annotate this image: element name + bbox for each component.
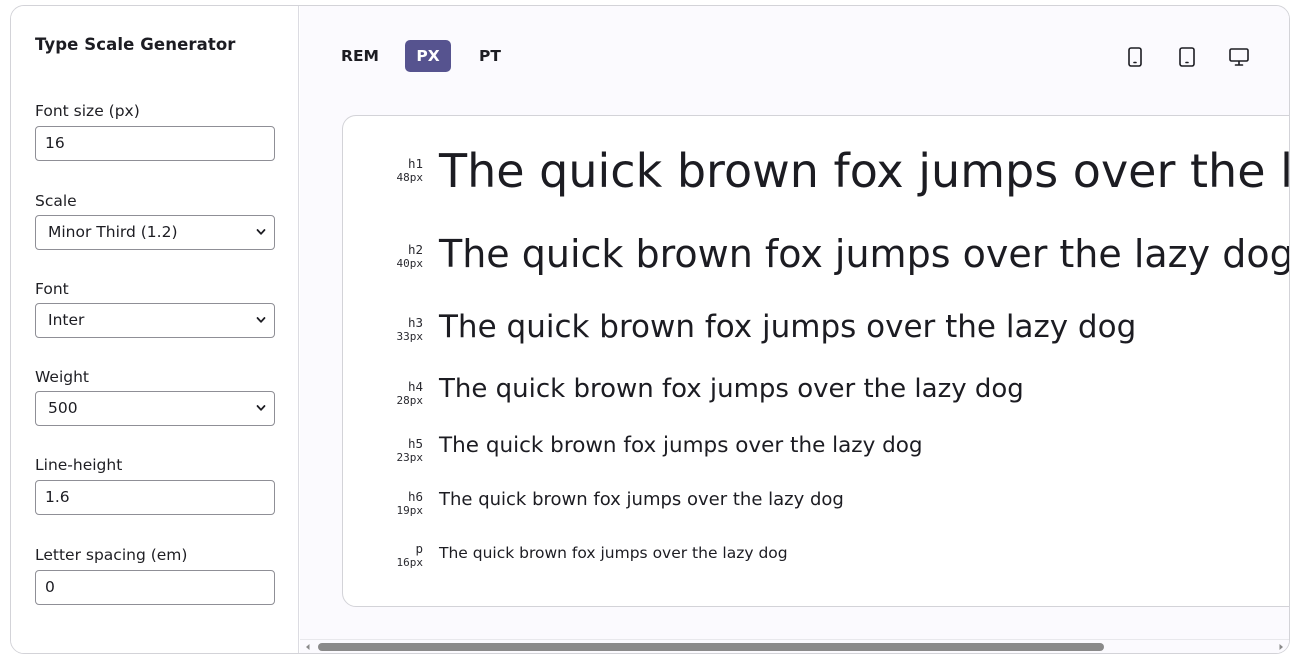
scale-tag-size: 33px <box>396 330 424 343</box>
scale-tag: p 16px <box>397 541 424 570</box>
horizontal-scrollbar[interactable] <box>300 639 1289 653</box>
scale-tag-name: h2 <box>407 242 423 257</box>
settings-sidebar: Type Scale Generator Font size (px) 16 S… <box>11 6 299 653</box>
sample-text: The quick brown fox jumps over the lazy … <box>439 232 1290 276</box>
type-scale-preview: h1 48px The quick brown fox jumps over t… <box>342 115 1290 607</box>
scale-select-value: Minor Third (1.2) <box>48 223 178 241</box>
font-label: Font <box>35 280 69 298</box>
app-title: Type Scale Generator <box>35 35 236 54</box>
scale-tag-size: 28px <box>396 394 424 407</box>
scale-tag-size: 48px <box>396 171 424 184</box>
scale-tag: h2 40px <box>397 242 424 271</box>
line-height-input[interactable]: 1.6 <box>35 480 275 515</box>
chevron-down-icon <box>256 317 266 323</box>
chevron-down-icon <box>256 405 266 411</box>
preview-panel: REM PX PT h1 48px The quick brown fox ju… <box>300 6 1289 653</box>
unit-rem-button[interactable]: REM <box>332 40 388 72</box>
scale-tag: h5 23px <box>397 436 424 465</box>
weight-field: Weight 500 <box>35 367 275 426</box>
scale-label: Scale <box>35 192 77 210</box>
letter-spacing-field: Letter spacing (em) 0 <box>35 545 275 605</box>
sample-text: The quick brown fox jumps over the lazy … <box>439 489 844 510</box>
tablet-icon[interactable] <box>1177 46 1197 68</box>
scale-select[interactable]: Minor Third (1.2) <box>35 215 275 250</box>
weight-select[interactable]: 500 <box>35 391 275 426</box>
chevron-down-icon <box>256 229 266 235</box>
scale-tag-size: 19px <box>396 504 424 517</box>
font-size-input[interactable]: 16 <box>35 126 275 161</box>
scroll-left-icon[interactable] <box>304 643 312 651</box>
font-select-value: Inter <box>48 311 85 329</box>
scrollbar-thumb[interactable] <box>318 643 1104 651</box>
scale-tag-size: 40px <box>396 257 424 270</box>
scale-tag-name: h6 <box>407 489 423 504</box>
unit-pt-button[interactable]: PT <box>468 40 512 72</box>
phone-icon[interactable] <box>1125 46 1145 68</box>
sample-text: The quick brown fox jumps over the lazy … <box>439 374 1024 404</box>
scale-field: Scale Minor Third (1.2) <box>35 191 275 250</box>
scale-tag-name: p <box>415 541 423 556</box>
scale-tag: h3 33px <box>397 315 424 344</box>
scale-tag-name: h5 <box>407 436 423 451</box>
scale-tag: h1 48px <box>397 156 424 185</box>
line-height-label: Line-height <box>35 456 123 474</box>
weight-select-value: 500 <box>48 399 78 417</box>
app-window: Type Scale Generator Font size (px) 16 S… <box>10 5 1290 654</box>
letter-spacing-label: Letter spacing (em) <box>35 546 188 564</box>
sample-text: The quick brown fox jumps over the lazy … <box>439 433 923 458</box>
weight-label: Weight <box>35 368 90 386</box>
scale-tag: h6 19px <box>397 489 424 518</box>
font-size-label: Font size (px) <box>35 102 140 120</box>
scale-tag: h4 28px <box>397 379 424 408</box>
scale-tag-size: 23px <box>396 451 424 464</box>
sample-text: The quick brown fox jumps over the lazy … <box>439 309 1137 345</box>
sample-text: The quick brown fox jumps over the lazy … <box>439 544 788 562</box>
desktop-icon[interactable] <box>1228 46 1250 68</box>
sample-text: The quick brown fox jumps over the lazy … <box>439 144 1289 198</box>
scale-tag-name: h1 <box>407 156 423 171</box>
scroll-right-icon[interactable] <box>1277 643 1285 651</box>
scale-tag-name: h4 <box>407 379 423 394</box>
font-size-field: Font size (px) 16 <box>35 101 275 161</box>
unit-px-button[interactable]: PX <box>405 40 451 72</box>
font-select[interactable]: Inter <box>35 303 275 338</box>
scale-tag-size: 16px <box>396 556 424 569</box>
line-height-field: Line-height 1.6 <box>35 455 275 515</box>
letter-spacing-input[interactable]: 0 <box>35 570 275 605</box>
font-field: Font Inter <box>35 279 275 338</box>
scale-tag-name: h3 <box>407 315 423 330</box>
